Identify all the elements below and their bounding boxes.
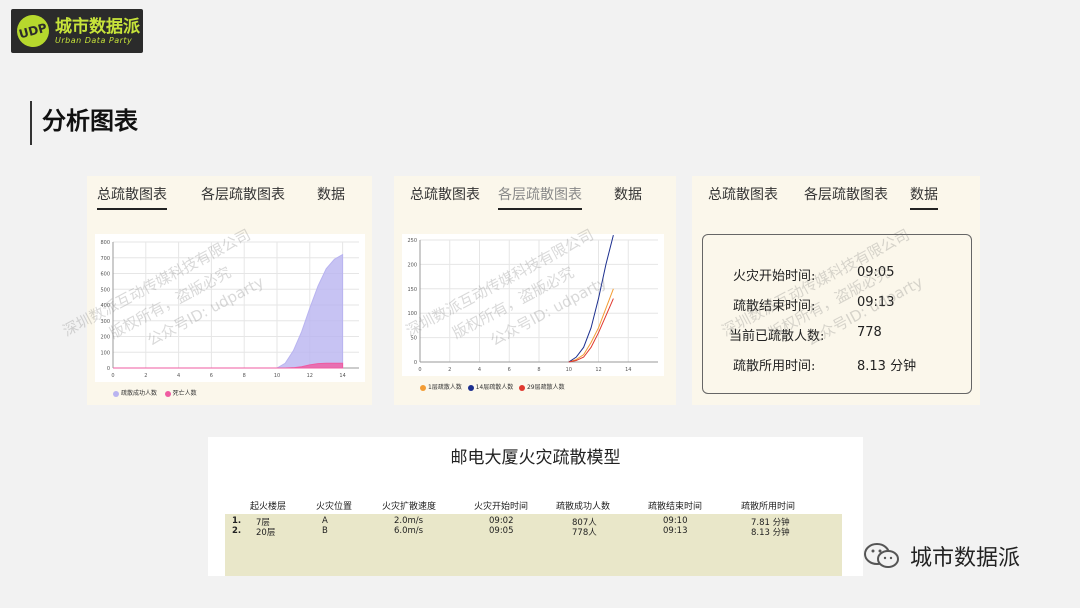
th-evacuated: 疏散成功人数 bbox=[556, 502, 611, 512]
x-tick-label: 0 bbox=[111, 373, 114, 379]
evac-duration-label: 疏散所用时间: bbox=[733, 359, 816, 374]
th-fire-floor: 起火楼层 bbox=[250, 502, 287, 512]
data-summary-box: 火灾开始时间: 09:05 疏散结束时间: 09:13 当前已疏散人数: 778… bbox=[702, 234, 972, 394]
legend-deaths: 死亡人数 bbox=[164, 390, 197, 397]
cell-evac-duration: 8.13 分钟 bbox=[751, 528, 790, 538]
tab-floor-chart[interactable]: 各层疏散图表 bbox=[201, 184, 285, 204]
cell-evac-end: 09:10 bbox=[663, 516, 688, 526]
x-tick-label: 2 bbox=[448, 367, 451, 373]
cell-spread-speed: 6.0m/s bbox=[394, 526, 424, 536]
y-tick-label: 250 bbox=[407, 238, 417, 244]
y-tick-label: 100 bbox=[407, 311, 417, 317]
x-tick-label: 4 bbox=[177, 373, 180, 379]
series-area bbox=[113, 253, 344, 369]
cell-fire-position: B bbox=[322, 526, 328, 536]
x-tick-label: 2 bbox=[144, 373, 147, 379]
table-title: 邮电大厦火灾疏散模型 bbox=[450, 448, 621, 468]
footer-brand: 城市数据派 bbox=[862, 540, 1020, 572]
section-title: 分析图表 bbox=[30, 101, 138, 145]
y-tick-label: 500 bbox=[100, 287, 110, 293]
x-tick-label: 12 bbox=[307, 373, 313, 379]
y-tick-label: 400 bbox=[100, 303, 110, 309]
fire-start-label: 火灾开始时间: bbox=[733, 269, 816, 284]
evac-end-value: 09:13 bbox=[857, 295, 895, 310]
x-tick-label: 4 bbox=[478, 367, 481, 373]
scenario-table-panel: 邮电大厦火灾疏散模型 起火楼层 火灾位置 火灾扩散速度 火灾开始时间 疏散成功人… bbox=[208, 437, 863, 576]
floor-evacuation-chart: 0 2 4 6 8 10 12 14 0 50 100 150 200 250 bbox=[402, 234, 664, 376]
th-fire-position: 火灾位置 bbox=[316, 502, 353, 512]
y-tick-label: 0 bbox=[107, 366, 110, 372]
logo-name-en: Urban Data Party bbox=[55, 35, 133, 45]
tab-total-chart[interactable]: 总疏散图表 bbox=[708, 184, 778, 204]
x-tick-label: 6 bbox=[508, 367, 511, 373]
x-tick-label: 14 bbox=[625, 367, 631, 373]
legend-evacuated: 疏散成功人数 bbox=[113, 390, 157, 397]
tab-floor-chart[interactable]: 各层疏散图表 bbox=[804, 184, 888, 204]
tab-data[interactable]: 数据 bbox=[614, 184, 642, 204]
th-fire-start: 火灾开始时间 bbox=[474, 502, 529, 512]
x-tick-label: 8 bbox=[537, 367, 540, 373]
wechat-icon bbox=[864, 543, 899, 568]
cell-fire-floor: 20层 bbox=[256, 528, 276, 538]
y-tick-label: 150 bbox=[407, 287, 417, 293]
legend-floor-14: 14层疏散人数 bbox=[467, 384, 513, 391]
total-evacuation-chart: 0 2 4 6 8 10 12 14 0 100 200 300 400 500 600 700 800 bbox=[95, 234, 365, 382]
tab-total-chart[interactable]: 总疏散图表 bbox=[410, 184, 480, 204]
evacuated-count-value: 778 bbox=[857, 325, 882, 340]
x-tick-label: 10 bbox=[566, 367, 572, 373]
y-tick-label: 300 bbox=[100, 319, 110, 325]
evac-end-label: 疏散结束时间: bbox=[733, 299, 816, 314]
panel-total-evacuation: 总疏散图表 各层疏散图表 数据 0 2 4 6 8 10 12 14 0 100 200 300 400… bbox=[60, 176, 372, 405]
th-evac-duration: 疏散所用时间 bbox=[741, 502, 796, 512]
cell-fire-start: 09:02 bbox=[489, 516, 514, 526]
tab-floor-chart[interactable]: 各层疏散图表 bbox=[498, 184, 582, 210]
table-body-bg bbox=[225, 514, 842, 576]
y-tick-label: 0 bbox=[414, 360, 417, 366]
y-tick-label: 800 bbox=[100, 240, 110, 246]
cell-evac-end: 09:13 bbox=[663, 526, 688, 536]
y-tick-label: 200 bbox=[100, 335, 110, 341]
row-index: 1. bbox=[232, 516, 242, 526]
y-tick-label: 50 bbox=[411, 336, 417, 342]
logo-mark-icon: UDP bbox=[13, 11, 53, 51]
legend-floor-29: 29层疏散人数 bbox=[518, 384, 565, 391]
row-index: 2. bbox=[232, 526, 242, 536]
x-tick-label: 12 bbox=[595, 367, 601, 373]
y-tick-label: 700 bbox=[100, 256, 110, 262]
cell-evacuated: 778人 bbox=[572, 528, 597, 538]
tab-total-chart[interactable]: 总疏散图表 bbox=[97, 184, 167, 210]
tab-data[interactable]: 数据 bbox=[317, 184, 345, 204]
x-tick-label: 8 bbox=[243, 373, 246, 379]
cell-fire-start: 09:05 bbox=[489, 526, 514, 536]
tab-data[interactable]: 数据 bbox=[910, 184, 938, 210]
panel-floor-evacuation: 总疏散图表 各层疏散图表 数据 0 2 4 6 8 10 12 14 0 50 100 150 200 2… bbox=[394, 176, 676, 405]
y-tick-label: 200 bbox=[407, 262, 417, 268]
logo-name-cn: 城市数据派 bbox=[55, 16, 140, 37]
cell-fire-position: A bbox=[322, 516, 328, 526]
cell-spread-speed: 2.0m/s bbox=[394, 516, 424, 526]
y-tick-label: 100 bbox=[100, 350, 110, 356]
x-tick-label: 6 bbox=[210, 373, 213, 379]
series-line bbox=[568, 298, 614, 363]
panel-data: 总疏散图表 各层疏散图表 数据 火灾开始时间: 09:05 疏散结束时间: 09… bbox=[692, 176, 980, 405]
x-tick-label: 0 bbox=[418, 367, 421, 373]
brand-logo: UDP 城市数据派 Urban Data Party bbox=[11, 9, 143, 53]
y-tick-label: 600 bbox=[100, 272, 110, 278]
th-evac-end: 疏散结束时间 bbox=[648, 502, 703, 512]
fire-start-value: 09:05 bbox=[857, 265, 895, 280]
th-spread-speed: 火灾扩散速度 bbox=[382, 502, 437, 512]
x-tick-label: 14 bbox=[339, 373, 345, 379]
evacuated-count-label: 当前已疏散人数: bbox=[729, 329, 825, 344]
evac-duration-value: 8.13 分钟 bbox=[857, 359, 917, 374]
footer-brand-name: 城市数据派 bbox=[910, 546, 1021, 571]
series-line bbox=[568, 288, 614, 363]
legend-floor-1: 1层疏散人数 bbox=[420, 384, 462, 391]
x-tick-label: 10 bbox=[274, 373, 280, 379]
